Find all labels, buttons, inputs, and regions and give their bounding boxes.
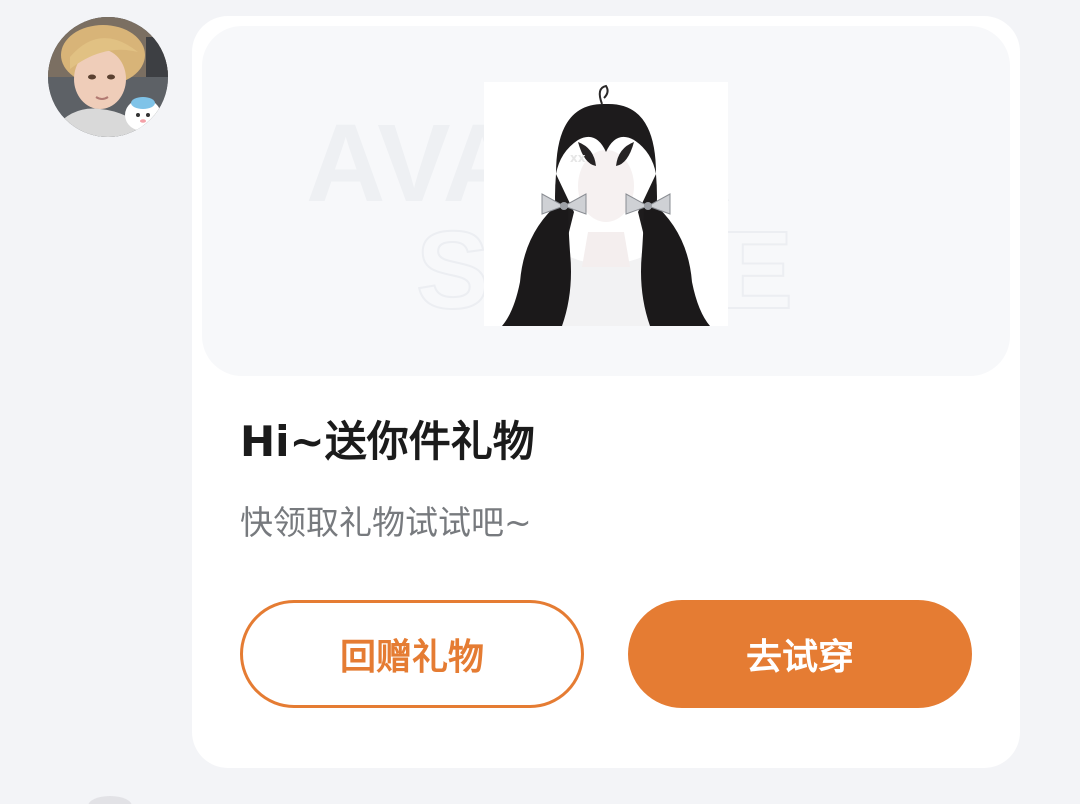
gift-card: AVATAR STORE [192, 16, 1020, 768]
try-on-button[interactable]: 去试穿 [628, 600, 972, 708]
return-gift-button[interactable]: 回赠礼物 [240, 600, 584, 708]
svg-text:xx: xx [570, 151, 586, 165]
gift-product-image[interactable]: xx [484, 82, 728, 326]
sender-avatar[interactable] [48, 17, 168, 137]
next-message-avatar-edge [88, 796, 132, 804]
twin-tail-hair-icon: xx [484, 82, 728, 326]
gift-banner: AVATAR STORE [202, 26, 1010, 376]
avatar-image [48, 17, 168, 137]
chat-page: AVATAR STORE [0, 0, 1080, 804]
gift-title: Hi~送你件礼物 [240, 417, 535, 466]
gift-subtitle: 快领取礼物试试吧~ [240, 503, 532, 542]
